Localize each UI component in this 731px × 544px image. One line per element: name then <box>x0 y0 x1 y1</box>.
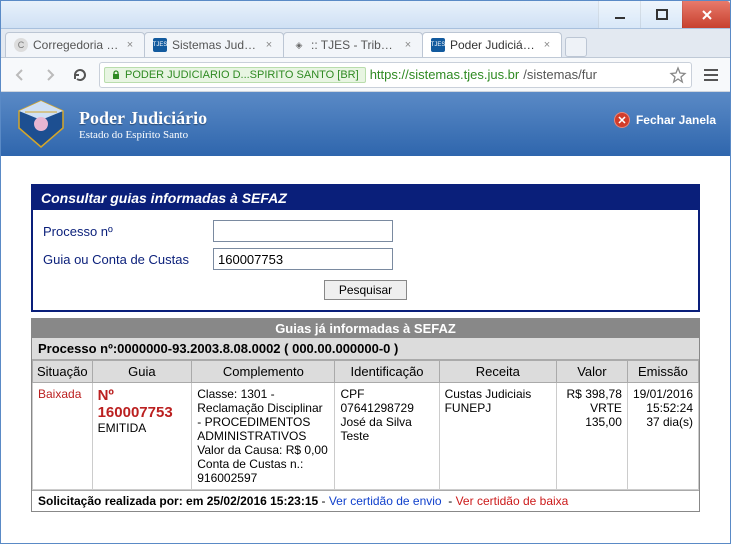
processo-label: Processo nº <box>43 224 213 239</box>
address-bar[interactable]: PODER JUDICIARIO D...SPIRITO SANTO [BR] … <box>99 62 692 88</box>
window-minimize-button[interactable] <box>598 1 640 28</box>
banner-subtitle: Estado do Espírito Santo <box>79 129 207 141</box>
cell-guia: Nº 160007753 EMITIDA <box>92 383 192 490</box>
close-icon[interactable]: × <box>402 39 414 51</box>
panel-title: Consultar guias informadas à SEFAZ <box>33 186 698 210</box>
favicon-icon: ◈ <box>292 38 306 52</box>
cell-receita: Custas Judiciais FUNEPJ <box>439 383 556 490</box>
url-path: /sistemas/fur <box>523 67 597 82</box>
browser-menu-button[interactable] <box>700 64 722 86</box>
back-button[interactable] <box>9 64 31 86</box>
url-host: https://sistemas.tjes.jus.br <box>370 67 520 82</box>
guia-input[interactable] <box>213 248 393 270</box>
cell-situacao: Baixada <box>33 383 93 490</box>
cell-emissao: 19/01/2016 15:52:24 37 dia(s) <box>627 383 698 490</box>
processo-input[interactable] <box>213 220 393 242</box>
browser-toolbar: PODER JUDICIARIO D...SPIRITO SANTO [BR] … <box>1 58 730 92</box>
page-body: Consultar guias informadas à SEFAZ Proce… <box>1 156 730 518</box>
tab-label: Sistemas Judicia <box>172 38 258 52</box>
results-title: Guias já informadas à SEFAZ <box>32 319 699 338</box>
table-header-row: Situação Guia Complemento Identificação … <box>33 361 699 383</box>
results-footer: Solicitação realizada por: em 25/02/2016… <box>32 490 699 511</box>
tab-3[interactable]: TJES Poder Judiciário × <box>422 32 562 57</box>
tab-1[interactable]: TJES Sistemas Judicia × <box>144 32 284 57</box>
tab-label: Corregedoria Ge <box>33 38 119 52</box>
cell-valor: R$ 398,78 VRTE 135,00 <box>556 383 627 490</box>
close-icon[interactable]: × <box>541 39 553 51</box>
browser-window: C Corregedoria Ge × TJES Sistemas Judici… <box>0 0 731 544</box>
col-identificacao: Identificação <box>335 361 439 383</box>
tab-label: Poder Judiciário <box>450 38 536 52</box>
tab-strip: C Corregedoria Ge × TJES Sistemas Judici… <box>1 29 730 58</box>
favicon-icon: TJES <box>153 38 167 52</box>
guia-label: Guia ou Conta de Custas <box>43 252 213 267</box>
tab-2[interactable]: ◈ :: TJES - Tribunal × <box>283 32 423 57</box>
banner-title: Poder Judiciário <box>79 108 207 129</box>
close-icon[interactable]: × <box>124 39 136 51</box>
window-close-button[interactable] <box>682 1 730 28</box>
link-certidao-envio[interactable]: Ver certidão de envio <box>329 494 442 508</box>
page-banner: Poder Judiciário Estado do Espírito Sant… <box>1 92 730 156</box>
footer-sep: - <box>318 494 329 508</box>
results-panel: Guias já informadas à SEFAZ Processo nº:… <box>31 318 700 512</box>
cell-identificacao: CPF 07641298729 José da Silva Teste <box>335 383 439 490</box>
crest-icon <box>13 98 69 150</box>
search-panel: Consultar guias informadas à SEFAZ Proce… <box>31 184 700 312</box>
tab-label: :: TJES - Tribunal <box>311 38 397 52</box>
close-icon: ✕ <box>614 112 630 128</box>
col-situacao: Situação <box>33 361 93 383</box>
table-row: Baixada Nº 160007753 EMITIDA Classe: 130… <box>33 383 699 490</box>
footer-datetime: 25/02/2016 15:23:15 <box>207 494 318 508</box>
close-icon[interactable]: × <box>263 39 275 51</box>
window-maximize-button[interactable] <box>640 1 682 28</box>
guia-status: EMITIDA <box>98 421 187 435</box>
window-titlebar <box>1 1 730 29</box>
col-emissao: Emissão <box>627 361 698 383</box>
col-complemento: Complemento <box>192 361 335 383</box>
banner-text: Poder Judiciário Estado do Espírito Sant… <box>79 108 207 141</box>
col-guia: Guia <box>92 361 192 383</box>
favicon-icon: TJES <box>431 38 445 52</box>
col-valor: Valor <box>556 361 627 383</box>
footer-prefix: Solicitação realizada por: em <box>38 494 207 508</box>
search-button[interactable]: Pesquisar <box>324 280 407 300</box>
forward-button[interactable] <box>39 64 61 86</box>
process-line: Processo nº:0000000-93.2003.8.08.0002 ( … <box>32 338 699 360</box>
cell-complemento: Classe: 1301 - Reclamação Disciplinar - … <box>192 383 335 490</box>
col-receita: Receita <box>439 361 556 383</box>
reload-button[interactable] <box>69 64 91 86</box>
bookmark-star-icon[interactable] <box>669 66 687 84</box>
ssl-chip: PODER JUDICIARIO D...SPIRITO SANTO [BR] <box>104 67 366 83</box>
close-window-label: Fechar Janela <box>636 113 716 127</box>
link-certidao-baixa[interactable]: Ver certidão de baixa <box>456 494 569 508</box>
favicon-icon: C <box>14 38 28 52</box>
close-window-link[interactable]: ✕ Fechar Janela <box>614 112 716 128</box>
lock-icon <box>111 70 121 80</box>
ssl-org: PODER JUDICIARIO D...SPIRITO SANTO [BR] <box>125 69 359 81</box>
results-table: Situação Guia Complemento Identificação … <box>32 360 699 490</box>
guia-number: Nº 160007753 <box>98 387 187 421</box>
new-tab-button[interactable] <box>565 37 587 57</box>
tab-0[interactable]: C Corregedoria Ge × <box>5 32 145 57</box>
